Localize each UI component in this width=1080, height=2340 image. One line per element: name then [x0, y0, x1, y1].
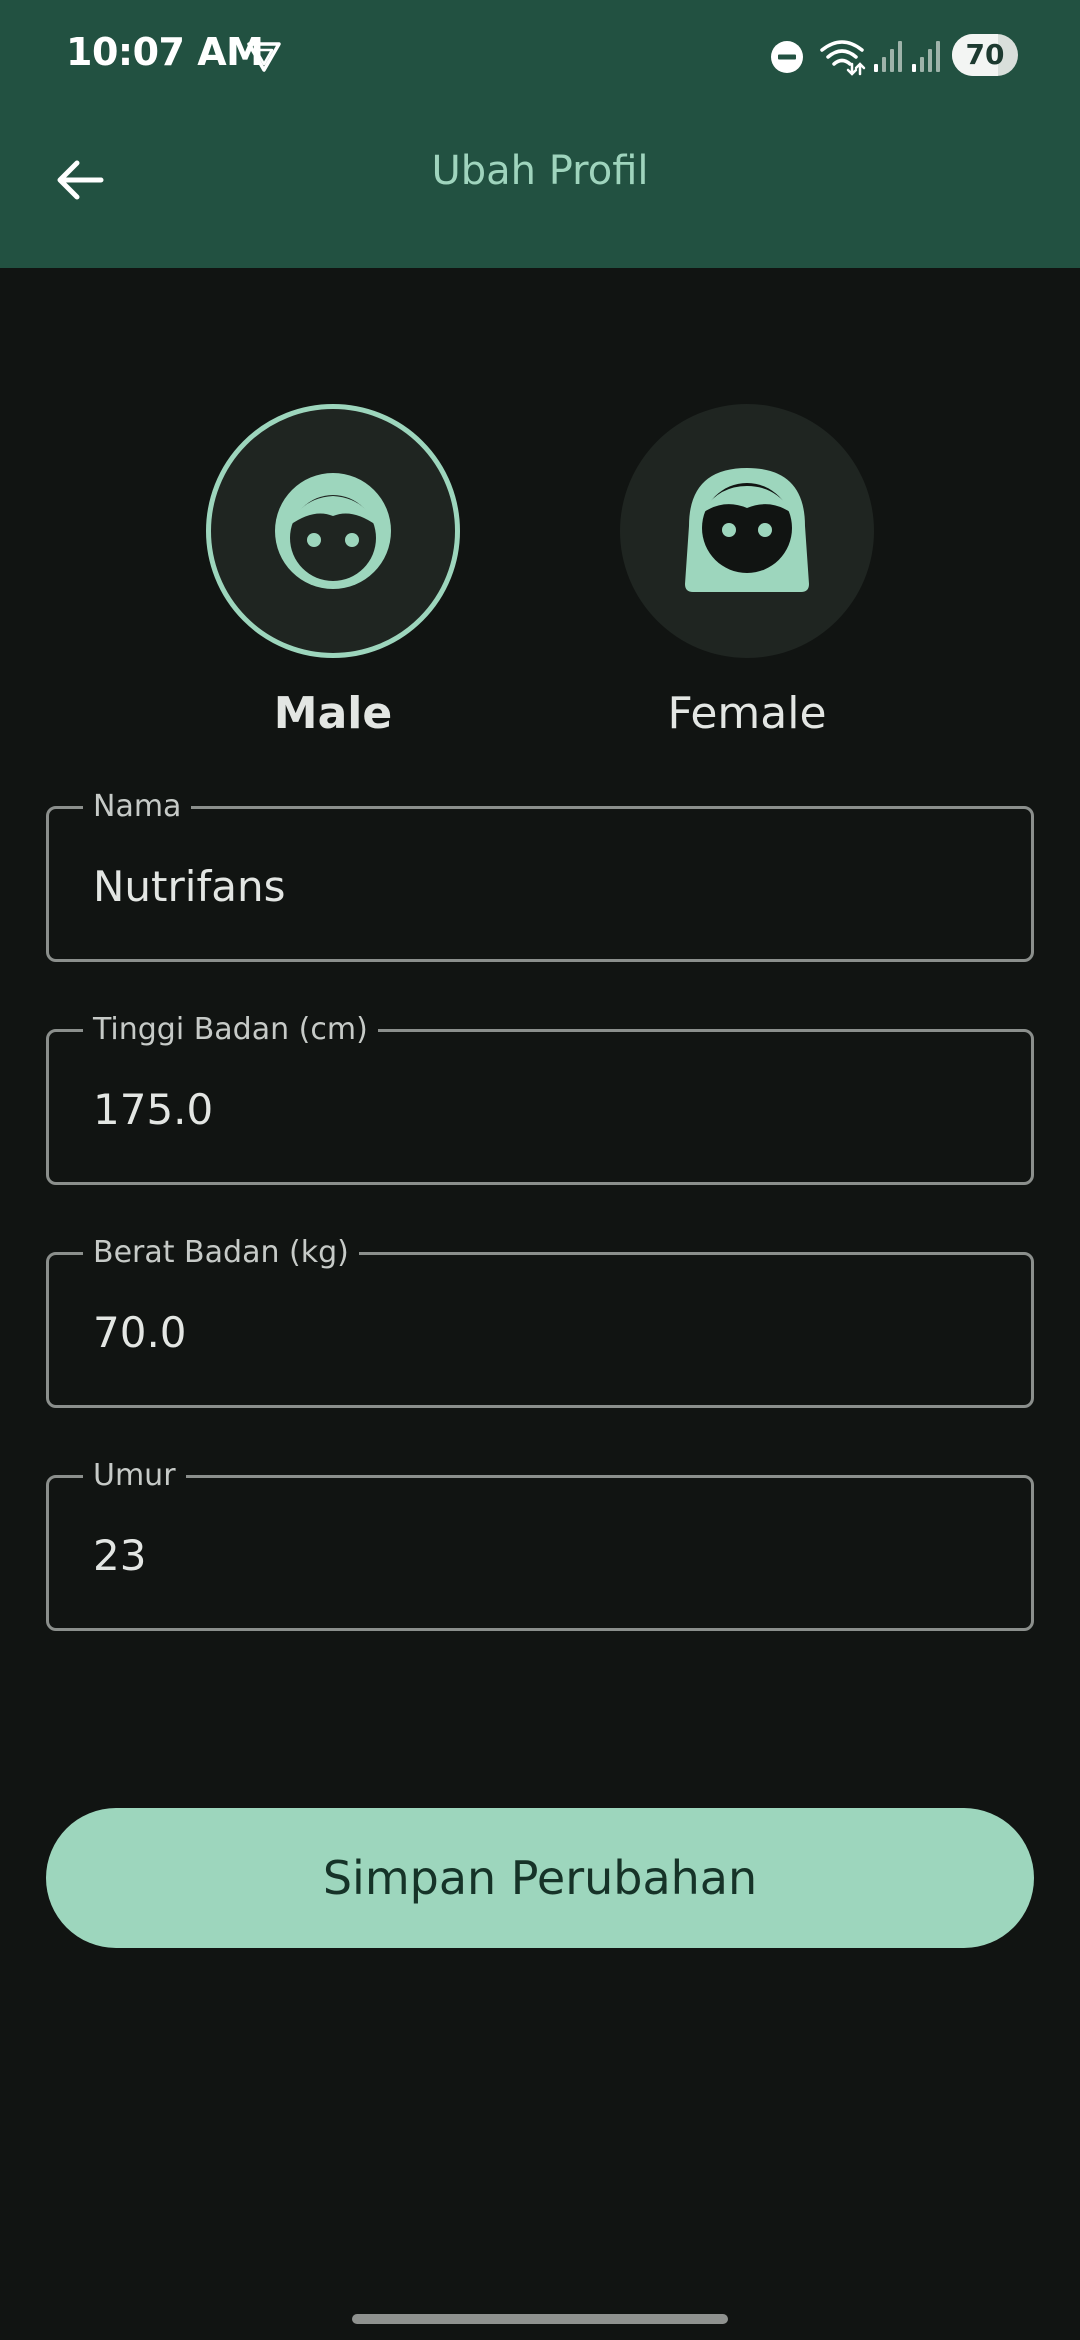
- name-field-value[interactable]: Nutrifans: [93, 861, 285, 913]
- wifi-icon: [820, 40, 866, 76]
- height-field-value[interactable]: 175.0: [93, 1084, 213, 1136]
- weight-field[interactable]: Berat Badan (kg) 70.0: [46, 1233, 1034, 1408]
- status-time: 10:07 AM: [66, 30, 264, 74]
- age-field-label: Umur: [83, 1456, 186, 1496]
- cell-signal-2-icon: [912, 41, 940, 72]
- female-face-icon: [685, 468, 809, 592]
- female-avatar[interactable]: [620, 404, 874, 658]
- vpn-shield-icon: [247, 42, 281, 72]
- age-field[interactable]: Umur 23: [46, 1456, 1034, 1631]
- male-avatar[interactable]: [206, 404, 460, 658]
- do-not-disturb-icon: [771, 41, 803, 73]
- gender-option-male[interactable]: Male: [206, 404, 460, 739]
- gender-option-female[interactable]: Female: [620, 404, 874, 739]
- weight-field-label: Berat Badan (kg): [83, 1233, 359, 1273]
- height-field-label: Tinggi Badan (cm): [83, 1010, 378, 1050]
- gender-label-male: Male: [273, 688, 393, 739]
- battery-indicator: 70: [952, 34, 1018, 76]
- cell-signal-icon: [874, 41, 902, 72]
- male-face-icon: [275, 473, 391, 589]
- app-bar: 10:07 AM 70 Ubah Profil: [0, 0, 1080, 268]
- name-field[interactable]: Nama Nutrifans: [46, 787, 1034, 962]
- home-indicator[interactable]: [352, 2314, 728, 2324]
- gender-label-female: Female: [667, 688, 827, 739]
- save-changes-button[interactable]: Simpan Perubahan: [46, 1808, 1034, 1948]
- weight-field-value[interactable]: 70.0: [93, 1307, 187, 1359]
- height-field[interactable]: Tinggi Badan (cm) 175.0: [46, 1010, 1034, 1185]
- battery-level: 70: [965, 38, 1005, 71]
- name-field-label: Nama: [83, 787, 192, 827]
- status-bar: 10:07 AM 70: [0, 0, 1080, 110]
- page-title: Ubah Profil: [431, 148, 649, 194]
- age-field-value[interactable]: 23: [93, 1530, 146, 1582]
